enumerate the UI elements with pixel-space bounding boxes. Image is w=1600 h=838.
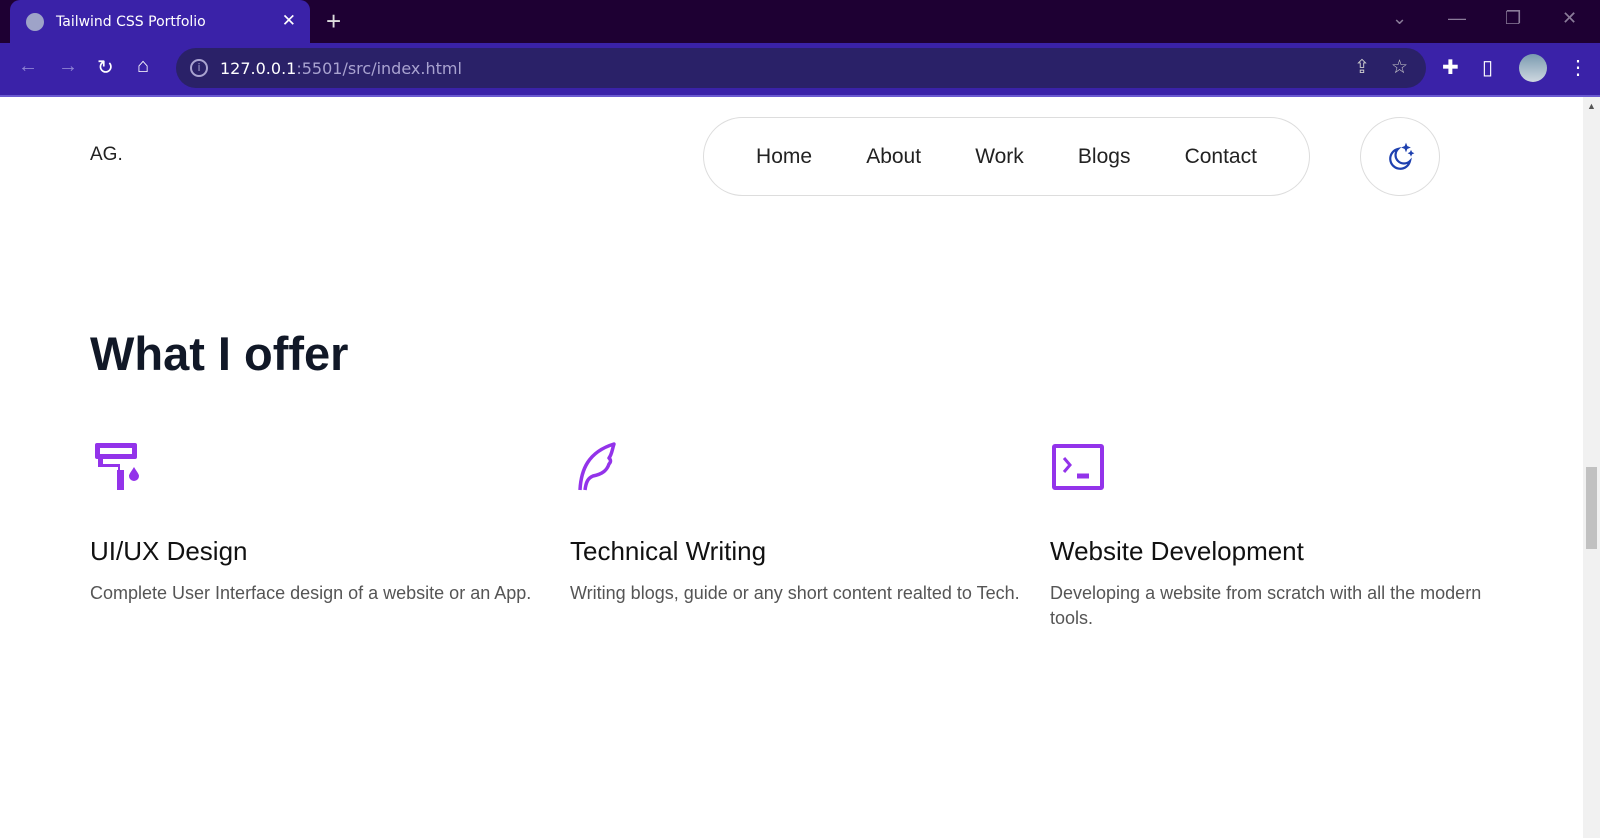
close-window-icon[interactable]: ✕ — [1562, 8, 1577, 29]
moon-stars-icon — [1389, 142, 1415, 170]
paint-roller-icon — [95, 443, 139, 490]
scrollbar[interactable]: ▲ — [1583, 97, 1600, 838]
service-title: Technical Writing — [570, 536, 767, 566]
service-card: Technical Writing Writing blogs, guide o… — [570, 440, 1020, 606]
tab-bar: Tailwind CSS Portfolio ✕ + ⌄ — ❐ ✕ — [0, 0, 1600, 43]
nav-about[interactable]: About — [866, 145, 921, 169]
back-icon[interactable]: ← — [18, 55, 38, 78]
service-title: UI/UX Design — [90, 536, 248, 566]
service-description: Writing blogs, guide or any short conten… — [570, 583, 1020, 603]
extensions-icon[interactable]: ✚ — [1442, 55, 1459, 80]
forward-icon[interactable]: → — [58, 55, 78, 78]
star-icon[interactable]: ☆ — [1391, 56, 1408, 78]
close-tab-icon[interactable]: ✕ — [282, 11, 296, 31]
nav-work[interactable]: Work — [975, 145, 1024, 169]
menu-icon[interactable]: ⋮ — [1568, 55, 1588, 80]
section-title: What I offer — [90, 327, 349, 380]
terminal-icon — [1052, 444, 1104, 490]
reload-icon[interactable]: ↻ — [97, 55, 114, 80]
scrollbar-thumb[interactable] — [1586, 467, 1597, 549]
service-description: Developing a website from scratch with a… — [1050, 583, 1482, 628]
browser-tab[interactable]: Tailwind CSS Portfolio ✕ — [10, 0, 310, 43]
service-card: Website Development Developing a website… — [1050, 440, 1500, 631]
scroll-up-icon[interactable]: ▲ — [1587, 101, 1596, 111]
url-path: :5501/src/index.html — [296, 58, 462, 78]
feather-icon — [578, 442, 616, 491]
info-icon[interactable]: i — [190, 59, 208, 77]
restore-icon[interactable]: ❐ — [1505, 8, 1521, 29]
service-card: UI/UX Design Complete User Interface des… — [90, 440, 540, 606]
browser-toolbar: ← → ↻ ⌂ i 127.0.0.1:5501/src/index.html … — [0, 43, 1600, 97]
tab-title: Tailwind CSS Portfolio — [56, 13, 206, 30]
profile-avatar[interactable] — [1519, 54, 1547, 82]
minimize-icon[interactable]: — — [1448, 8, 1466, 29]
nav-contact[interactable]: Contact — [1185, 145, 1257, 169]
site-logo[interactable]: AG. — [90, 144, 123, 166]
theme-toggle-button[interactable] — [1360, 117, 1440, 196]
service-description: Complete User Interface design of a webs… — [90, 583, 532, 603]
tab-search-icon[interactable]: ⌄ — [1392, 8, 1407, 29]
side-panel-icon[interactable]: ▯ — [1482, 55, 1493, 80]
url-host: 127.0.0.1 — [220, 58, 297, 78]
new-tab-icon[interactable]: + — [326, 6, 341, 37]
main-nav: Home About Work Blogs Contact — [703, 117, 1310, 196]
share-icon[interactable]: ⇪ — [1354, 56, 1370, 78]
home-icon[interactable]: ⌂ — [137, 55, 149, 78]
nav-blogs[interactable]: Blogs — [1078, 145, 1131, 169]
nav-home[interactable]: Home — [756, 145, 812, 169]
address-bar[interactable]: i 127.0.0.1:5501/src/index.html ⇪ ☆ — [176, 48, 1426, 88]
globe-icon — [26, 12, 44, 31]
service-title: Website Development — [1050, 536, 1304, 566]
